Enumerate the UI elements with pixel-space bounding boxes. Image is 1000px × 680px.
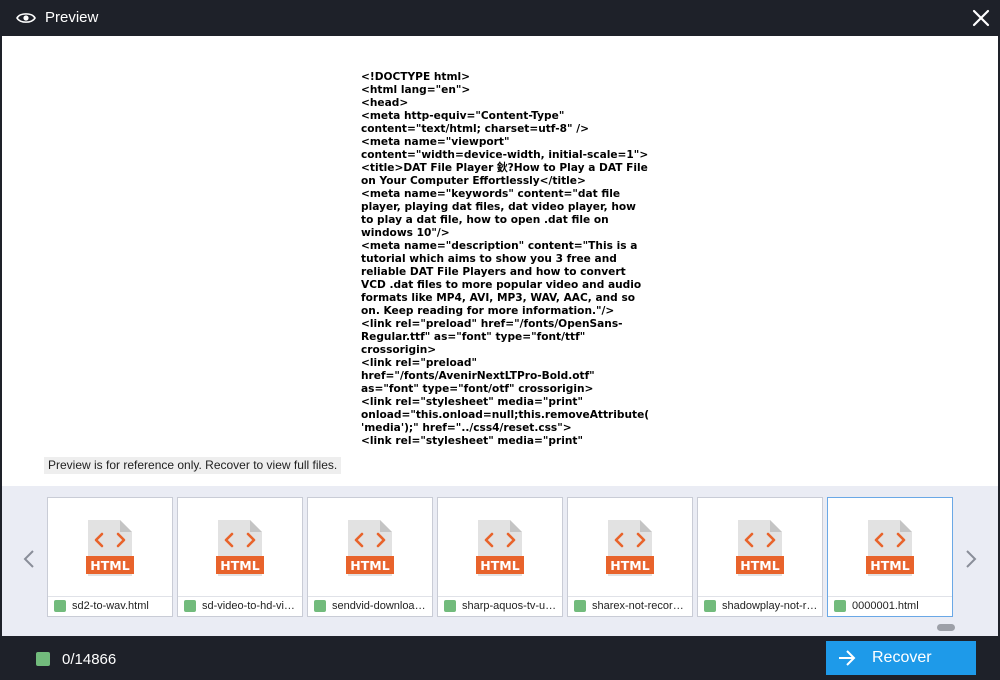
file-checkbox[interactable] xyxy=(184,600,196,612)
thumbnail-footer: sharp-aquos-tv-usb.html xyxy=(438,596,562,616)
html-file-icon: HTML xyxy=(476,520,524,576)
code-line: <link rel="stylesheet" media="print" onl… xyxy=(361,396,650,434)
code-line: <!DOCTYPE html> xyxy=(361,71,471,83)
html-icon-label: HTML xyxy=(220,558,259,573)
html-icon-label: HTML xyxy=(870,558,909,573)
html-file-icon: HTML xyxy=(346,520,394,576)
file-thumbnail[interactable]: HTML sharp-aquos-tv-usb.html xyxy=(437,497,563,617)
file-name: sharp-aquos-tv-usb.html xyxy=(462,600,558,612)
code-line: <title>DAT File Player 鈥?How to Play a D… xyxy=(361,162,648,187)
thumbnail-footer: sd-video-to-hd-video.html xyxy=(178,596,302,616)
file-thumbnail[interactable]: HTML 0000001.html xyxy=(827,497,953,617)
file-thumbnail[interactable]: HTML sd-video-to-hd-video.html xyxy=(177,497,303,617)
file-checkbox[interactable] xyxy=(834,600,846,612)
code-line: <link rel="preload" href="/fonts/OpenSan… xyxy=(361,318,623,356)
file-preview-text: <!DOCTYPE html> <html lang="en"> <head> <me… xyxy=(361,71,651,449)
file-checkbox[interactable] xyxy=(574,600,586,612)
preview-note: Preview is for reference only. Recover t… xyxy=(44,457,342,474)
window-title: Preview xyxy=(45,9,99,26)
recover-button[interactable]: Recover xyxy=(826,641,976,675)
code-line: <meta name="keywords" content="dat file … xyxy=(361,188,640,239)
thumbnail-strip: HTML sd2-to-wav.html HTML sd-video-to-hd-vi… xyxy=(2,486,998,636)
thumbnail-footer: sendvid-download.html xyxy=(308,596,432,616)
thumbnail-footer: sd2-to-wav.html xyxy=(48,596,172,616)
code-line: <meta name="description" content="This i… xyxy=(361,240,645,317)
html-icon-label: HTML xyxy=(610,558,649,573)
html-icon-label: HTML xyxy=(480,558,519,573)
select-all-checkbox[interactable] xyxy=(36,652,50,666)
thumbnail-footer: 0000001.html xyxy=(828,596,952,616)
file-name: sd-video-to-hd-video.html xyxy=(202,600,298,612)
recover-button-label: Recover xyxy=(872,649,932,666)
code-line: <link rel="stylesheet" media="print" xyxy=(361,435,583,447)
html-icon-label: HTML xyxy=(740,558,779,573)
horizontal-scrollbar-thumb[interactable] xyxy=(937,624,955,631)
html-icon-label: HTML xyxy=(90,558,129,573)
html-file-icon: HTML xyxy=(216,520,264,576)
file-name: 0000001.html xyxy=(852,600,919,612)
file-name: sd2-to-wav.html xyxy=(72,600,149,612)
file-name: sharex-not-recording.html xyxy=(592,600,688,612)
code-line: <meta name="viewport" content="width=dev… xyxy=(361,136,649,161)
html-file-icon: HTML xyxy=(86,520,134,576)
close-icon[interactable] xyxy=(972,9,990,27)
code-line: <html lang="en"> xyxy=(361,84,471,96)
html-icon-label: HTML xyxy=(350,558,389,573)
thumbnail-footer: shadowplay-not-recording.html xyxy=(698,596,822,616)
file-checkbox[interactable] xyxy=(444,600,456,612)
eye-icon xyxy=(16,13,36,23)
file-thumbnail[interactable]: HTML sendvid-download.html xyxy=(307,497,433,617)
file-checkbox[interactable] xyxy=(704,600,716,612)
selected-count: 0/14866 xyxy=(62,651,117,668)
code-line: <head> xyxy=(361,97,409,109)
file-thumbnail[interactable]: HTML shadowplay-not-recording.html xyxy=(697,497,823,617)
file-name: shadowplay-not-recording.html xyxy=(722,600,818,612)
file-checkbox[interactable] xyxy=(54,600,66,612)
html-file-icon: HTML xyxy=(866,520,914,576)
code-line: <link rel="preload" href="/fonts/AvenirN… xyxy=(361,357,599,395)
thumbnail-list: HTML sd2-to-wav.html HTML sd-video-to-hd-vi… xyxy=(47,497,957,617)
arrow-right-icon xyxy=(839,650,856,666)
title-bar: Preview xyxy=(0,0,1000,36)
chevron-left-icon[interactable] xyxy=(22,548,36,570)
thumbnail-footer: sharex-not-recording.html xyxy=(568,596,692,616)
chevron-right-icon[interactable] xyxy=(964,548,978,570)
preview-pane: <!DOCTYPE html> <html lang="en"> <head> <me… xyxy=(2,36,998,486)
html-file-icon: HTML xyxy=(606,520,654,576)
file-thumbnail[interactable]: HTML sd2-to-wav.html xyxy=(47,497,173,617)
file-checkbox[interactable] xyxy=(314,600,326,612)
bottom-bar: 0/14866 Recover xyxy=(0,636,1000,680)
file-thumbnail[interactable]: HTML sharex-not-recording.html xyxy=(567,497,693,617)
html-file-icon: HTML xyxy=(736,520,784,576)
code-line: <meta http-equiv="Content-Type" content=… xyxy=(361,110,589,135)
file-name: sendvid-download.html xyxy=(332,600,428,612)
